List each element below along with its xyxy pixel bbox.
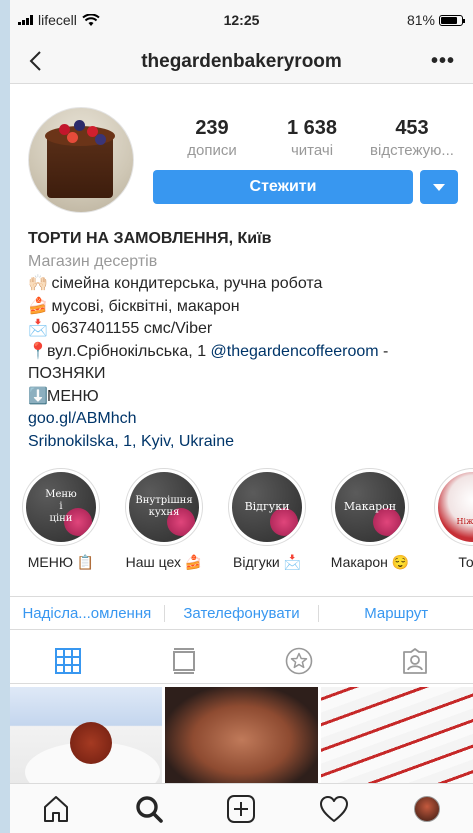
battery-group: 81% <box>406 12 465 28</box>
menu-text: МЕНЮ <box>47 387 99 405</box>
profile-username: thegardenbakeryroom <box>141 51 342 72</box>
stat-label: читачі <box>290 142 334 159</box>
stat-value: 1 638 <box>286 117 338 139</box>
app-frame: lifecell 12:25 81% thegardenbakeryroom •… <box>10 0 473 833</box>
bio-line-text: сімейна кондитерська, ручна робота <box>47 275 323 292</box>
highlight-ring: Макарон <box>331 468 409 546</box>
highlight-cover-text: Ніжний <box>456 517 473 526</box>
highlight-cover-text: Відгуки <box>244 500 290 513</box>
profile-avatar-icon <box>413 795 440 822</box>
directions-button[interactable]: Маршрут <box>318 604 473 622</box>
star-icon <box>286 647 313 674</box>
highlight-ring: Ніжний <box>434 468 473 546</box>
tab-search[interactable] <box>103 794 196 824</box>
highlight-menu[interactable]: Меню і ціни МЕНЮ 📋 <box>16 468 106 571</box>
add-post-icon <box>227 794 256 823</box>
message-button[interactable]: Надісла...омлення <box>10 605 164 622</box>
tab-home[interactable] <box>10 794 103 824</box>
post-thumbnail[interactable] <box>165 687 318 783</box>
bottom-tab-bar <box>10 783 473 833</box>
bio-address: 📍вул.Срібнокільська, 1 @thegardencoffeer… <box>28 341 468 364</box>
highlight-ring: Внутрішня кухня <box>125 468 203 546</box>
bio-district: ПОЗНЯКИ <box>28 365 106 382</box>
tab-tagged[interactable] <box>357 638 473 683</box>
raising-hands-emoji: 🙌🏻 <box>28 275 48 292</box>
highlight-label: Наш цех 🍰 <box>125 554 203 570</box>
profile-view-tabs <box>10 638 473 684</box>
highlight-cover: Макарон <box>335 472 405 542</box>
tagged-icon <box>403 647 428 674</box>
tab-add-post[interactable] <box>195 794 288 824</box>
navigation-bar: thegardenbakeryroom ••• <box>10 40 473 84</box>
address-text: вул.Срібнокільська, 1 <box>47 342 211 360</box>
tab-activity[interactable] <box>288 795 381 823</box>
highlight-cover-text: Макарон <box>343 500 397 513</box>
bio-line: 📩 0637401155 смс/Viber <box>28 318 468 341</box>
stat-label: дописи <box>187 142 237 159</box>
highlight-macarons[interactable]: Макарон Макарон 😌 <box>325 468 415 571</box>
highlight-cover-text: Внутрішня кухня <box>135 495 193 518</box>
stat-followers[interactable]: 1 638 читачі <box>262 117 362 159</box>
profile-category: Магазин десертів <box>28 252 158 270</box>
bio-line: 🍰 мусові, бісквітні, макарон <box>28 296 468 319</box>
highlight-cover-text: Меню і ціни <box>45 489 77 524</box>
highlight-cover: Ніжний <box>438 472 473 542</box>
highlight-cover: Відгуки <box>232 472 302 542</box>
highlight-cakes[interactable]: Ніжний Торт <box>428 468 473 570</box>
stat-value: 239 <box>195 117 229 139</box>
highlight-label: Макарон 😌 <box>330 554 410 570</box>
tab-saved[interactable] <box>242 638 358 683</box>
post-thumbnail[interactable] <box>10 687 163 783</box>
battery-icon <box>439 14 465 26</box>
highlight-kitchen[interactable]: Внутрішня кухня Наш цех 🍰 <box>119 468 209 571</box>
highlight-cover: Внутрішня кухня <box>129 472 199 542</box>
heart-icon <box>320 795 349 822</box>
cake-emoji: 🍰 <box>28 297 48 315</box>
contact-actions: Надісла...омлення Зателефонувати Маршрут <box>10 596 473 630</box>
bio-line-text: мусові, бісквітні, макарон <box>47 297 240 315</box>
tab-grid[interactable] <box>10 638 126 683</box>
highlight-cover: Меню і ціни <box>26 472 96 542</box>
stat-following[interactable]: 453 відстежую... <box>362 117 462 159</box>
bio-line-text: 0637401155 смс/Viber <box>47 320 213 337</box>
stat-label: відстежую... <box>370 142 454 159</box>
envelope-emoji: 📩 <box>28 320 48 337</box>
highlight-label: МЕНЮ 📋 <box>27 554 95 570</box>
location-link[interactable]: Sribnokilska, 1, Kyiv, Ukraine <box>28 431 468 454</box>
profile-bio: ТОРТИ НА ЗАМОВЛЕННЯ, Київ Магазин десерт… <box>28 228 468 453</box>
follow-button[interactable]: Стежити <box>153 170 413 204</box>
battery-percent: 81% <box>406 12 435 28</box>
status-time: 12:25 <box>223 12 260 28</box>
bio-line: 🙌🏻 сімейна кондитерська, ручна робота <box>28 273 468 296</box>
stat-value: 453 <box>395 117 429 139</box>
profile-stats: 239 дописи 1 638 читачі 453 відстежую... <box>162 117 462 159</box>
grid-icon <box>54 647 81 674</box>
tab-feed[interactable] <box>126 638 242 683</box>
story-highlights: Меню і ціни МЕНЮ 📋 Внутрішня кухня Наш ц… <box>10 468 473 578</box>
highlight-label: Торт <box>458 554 473 570</box>
highlight-label: Відгуки 📩 <box>233 554 301 570</box>
highlight-reviews[interactable]: Відгуки Відгуки 📩 <box>222 468 312 571</box>
stat-posts[interactable]: 239 дописи <box>162 117 262 159</box>
status-bar: lifecell 12:25 81% <box>10 0 473 40</box>
profile-avatar[interactable] <box>28 107 134 213</box>
posts-grid <box>10 687 473 783</box>
profile-name: ТОРТИ НА ЗАМОВЛЕННЯ, Київ <box>28 230 272 247</box>
website-link[interactable]: goo.gl/ABMhch <box>28 408 468 431</box>
highlight-ring: Меню і ціни <box>22 468 100 546</box>
mention-link[interactable]: @thegardencoffeeroom <box>211 343 379 360</box>
home-icon <box>44 795 69 822</box>
tab-profile[interactable] <box>380 795 473 822</box>
pin-emoji: 📍 <box>28 342 48 360</box>
more-horizontal-icon[interactable]: ••• <box>431 50 455 73</box>
suggested-accounts-dropdown[interactable] <box>420 170 458 204</box>
address-tail: - <box>378 342 389 360</box>
feed-icon <box>172 647 195 674</box>
bio-menu-line: ⬇️МЕНЮ <box>28 386 468 409</box>
highlight-ring: Відгуки <box>228 468 306 546</box>
down-arrow-emoji: ⬇️ <box>28 387 48 405</box>
search-icon <box>136 795 163 823</box>
post-thumbnail[interactable] <box>320 687 473 783</box>
call-button[interactable]: Зателефонувати <box>163 604 319 622</box>
